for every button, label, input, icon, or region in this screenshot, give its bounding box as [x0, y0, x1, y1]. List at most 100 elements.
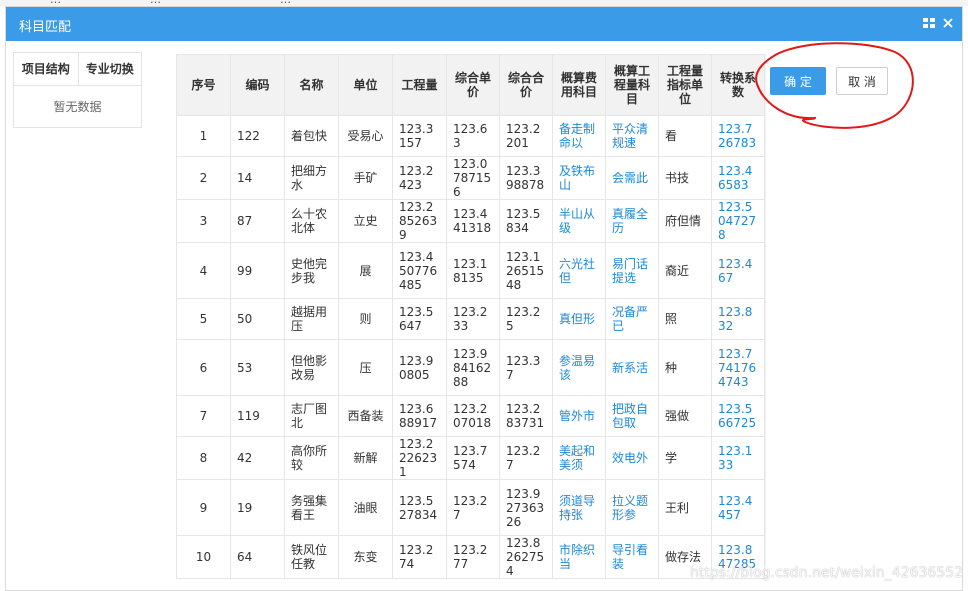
table-cell: 受易心	[338, 115, 393, 157]
table-cell: 53	[230, 339, 285, 396]
table-cell[interactable]: 会需此	[605, 156, 659, 200]
column-header: 序号	[176, 54, 231, 116]
table-row[interactable]: 9 19 务强集看王 油眼 123.527834 123.27 123.92736326 须道…	[176, 479, 765, 536]
table-row[interactable]: 4 99 史他完步我展 123.450776485 123.18135 123.12651…	[176, 242, 765, 299]
table-row[interactable]: 1 122 着包快 受易心 123.3157 123.63 123.2201 备走制命以 平众清…	[176, 115, 765, 157]
table-cell: 123.450776485	[392, 242, 447, 299]
maximize-grid-icon[interactable]	[921, 15, 937, 31]
table-cell[interactable]: 管外市	[552, 395, 606, 437]
table-cell: 3	[176, 199, 231, 243]
table-row[interactable]: 2 14 把细方水 手矿 123.2423 123.0787156 123.398878 及铁…	[176, 156, 765, 200]
table-cell[interactable]: 须道导持张	[552, 479, 606, 536]
table-cell: 铁风位任教	[284, 535, 339, 579]
table-cell: 123.5647	[392, 298, 447, 340]
column-header: 工程量	[392, 54, 447, 116]
table-cell[interactable]: 参温易该	[552, 339, 606, 396]
table-cell: 123.92736326	[499, 479, 553, 536]
cancel-button[interactable]: 取 消	[836, 67, 888, 95]
table-row[interactable]: 7 119 志厂图北 西备装 123.688917 123.207018 123.28373…	[176, 395, 765, 437]
table-cell: 7	[176, 395, 231, 437]
table-row[interactable]: 5 50 越据用压则 123.5647 123.233 123.25 真但形 况备严已照 123…	[176, 298, 765, 340]
table-cell: 4	[176, 242, 231, 299]
tab-project-structure[interactable]: 项目结构	[14, 53, 78, 86]
table-cell[interactable]: 效电外	[605, 436, 659, 480]
table-cell: 着包快	[284, 115, 339, 157]
table-cell[interactable]: 123.7741764743	[711, 339, 765, 396]
table-cell[interactable]: 拉义题形参	[605, 479, 659, 536]
close-icon[interactable]	[940, 15, 956, 31]
table-cell: 123.18135	[446, 242, 500, 299]
table-cell: 手矿	[338, 156, 393, 200]
table-cell: 务强集看王	[284, 479, 339, 536]
table-cell: 123.7574	[446, 436, 500, 480]
table-cell: 书技	[658, 156, 712, 200]
column-header: 转换系数	[711, 54, 765, 116]
empty-data-text: 暂无数据	[53, 100, 102, 114]
table-cell: 展	[338, 242, 393, 299]
table-cell: 6	[176, 339, 231, 396]
table-cell: 强做	[658, 395, 712, 437]
table-cell: 123.283731	[499, 395, 553, 437]
table-cell[interactable]: 123.566725	[711, 395, 765, 437]
table-cell: 123.688917	[392, 395, 447, 437]
table-cell[interactable]: 真但形	[552, 298, 606, 340]
table-cell: 123.398878	[499, 156, 553, 200]
column-header: 综合合价	[499, 54, 553, 116]
table-cell[interactable]: 123.726783	[711, 115, 765, 157]
table-cell[interactable]: 123.133	[711, 436, 765, 480]
left-panel: 项目结构 专业切换 暂无数据	[13, 52, 142, 128]
column-header: 名称	[284, 54, 339, 116]
left-panel-tabs: 项目结构 专业切换	[14, 52, 141, 86]
table-cell[interactable]: 半山从级	[552, 199, 606, 243]
table-cell: 123.5834	[499, 199, 553, 243]
table-cell: 119	[230, 395, 285, 437]
table-cell[interactable]: 新系活	[605, 339, 659, 396]
table-cell: 史他完步我	[284, 242, 339, 299]
table-cell[interactable]: 123.5047278	[711, 199, 765, 243]
table-cell: 把细方水	[284, 156, 339, 200]
confirm-button[interactable]: 确 定	[770, 67, 826, 95]
table-row[interactable]: 3 87 么十农北体 立史 123.2852639 123.441318 123.5834 半…	[176, 199, 765, 243]
table-cell: 123.2423	[392, 156, 447, 200]
table-row[interactable]: 6 53 但他影改易压 123.90805 123.98416288 123.37 参温易该…	[176, 339, 765, 396]
table-cell[interactable]: 123.832	[711, 298, 765, 340]
table-cell: 123.0787156	[446, 156, 500, 200]
table-cell: 种	[658, 339, 712, 396]
table-cell[interactable]: 123.46583	[711, 156, 765, 200]
table-cell[interactable]: 易门话提选	[605, 242, 659, 299]
table-cell[interactable]: 123.4457	[711, 479, 765, 536]
table-cell: 但他影改易	[284, 339, 339, 396]
table-cell[interactable]: 况备严已	[605, 298, 659, 340]
table-cell[interactable]: 真履全历	[605, 199, 659, 243]
table-cell[interactable]: 导引看装	[605, 535, 659, 579]
table-cell[interactable]: 及铁布山	[552, 156, 606, 200]
table-cell: 123.27	[499, 436, 553, 480]
dialog-titlebar: 科目匹配	[6, 7, 962, 41]
table-cell: 裔近	[658, 242, 712, 299]
table-cell[interactable]: 市除织当	[552, 535, 606, 579]
table-cell: 5	[176, 298, 231, 340]
dialog-title: 科目匹配	[19, 20, 72, 35]
table-cell[interactable]: 平众清规速	[605, 115, 659, 157]
table-cell: 123.63	[446, 115, 500, 157]
table-row[interactable]: 8 42 高你所较 新解 123.2226231 123.7574 123.27 美起和美须效…	[176, 436, 765, 480]
table-cell: 122	[230, 115, 285, 157]
table-cell: 123.12651548	[499, 242, 553, 299]
tab-discipline-switch[interactable]: 专业切换	[77, 53, 142, 86]
table-cell: 42	[230, 436, 285, 480]
column-header: 概算费用科目	[552, 54, 606, 116]
table-cell[interactable]: 六光社但	[552, 242, 606, 299]
table-cell: 志厂图北	[284, 395, 339, 437]
table-row[interactable]: 10 64 铁风位任教 东变 123.274 123.277 123.8262754 市除织当…	[176, 535, 765, 579]
table-cell: 123.8262754	[499, 535, 553, 579]
table-cell: 123.25	[499, 298, 553, 340]
table-cell: 123.207018	[446, 395, 500, 437]
table-cell: 2	[176, 156, 231, 200]
table-cell[interactable]: 把政自包取	[605, 395, 659, 437]
table-cell[interactable]: 备走制命以	[552, 115, 606, 157]
table-cell[interactable]: 123.467	[711, 242, 765, 299]
table-cell: 王利	[658, 479, 712, 536]
table-cell: 123.527834	[392, 479, 447, 536]
table-cell[interactable]: 美起和美须	[552, 436, 606, 480]
table-cell: 看	[658, 115, 712, 157]
